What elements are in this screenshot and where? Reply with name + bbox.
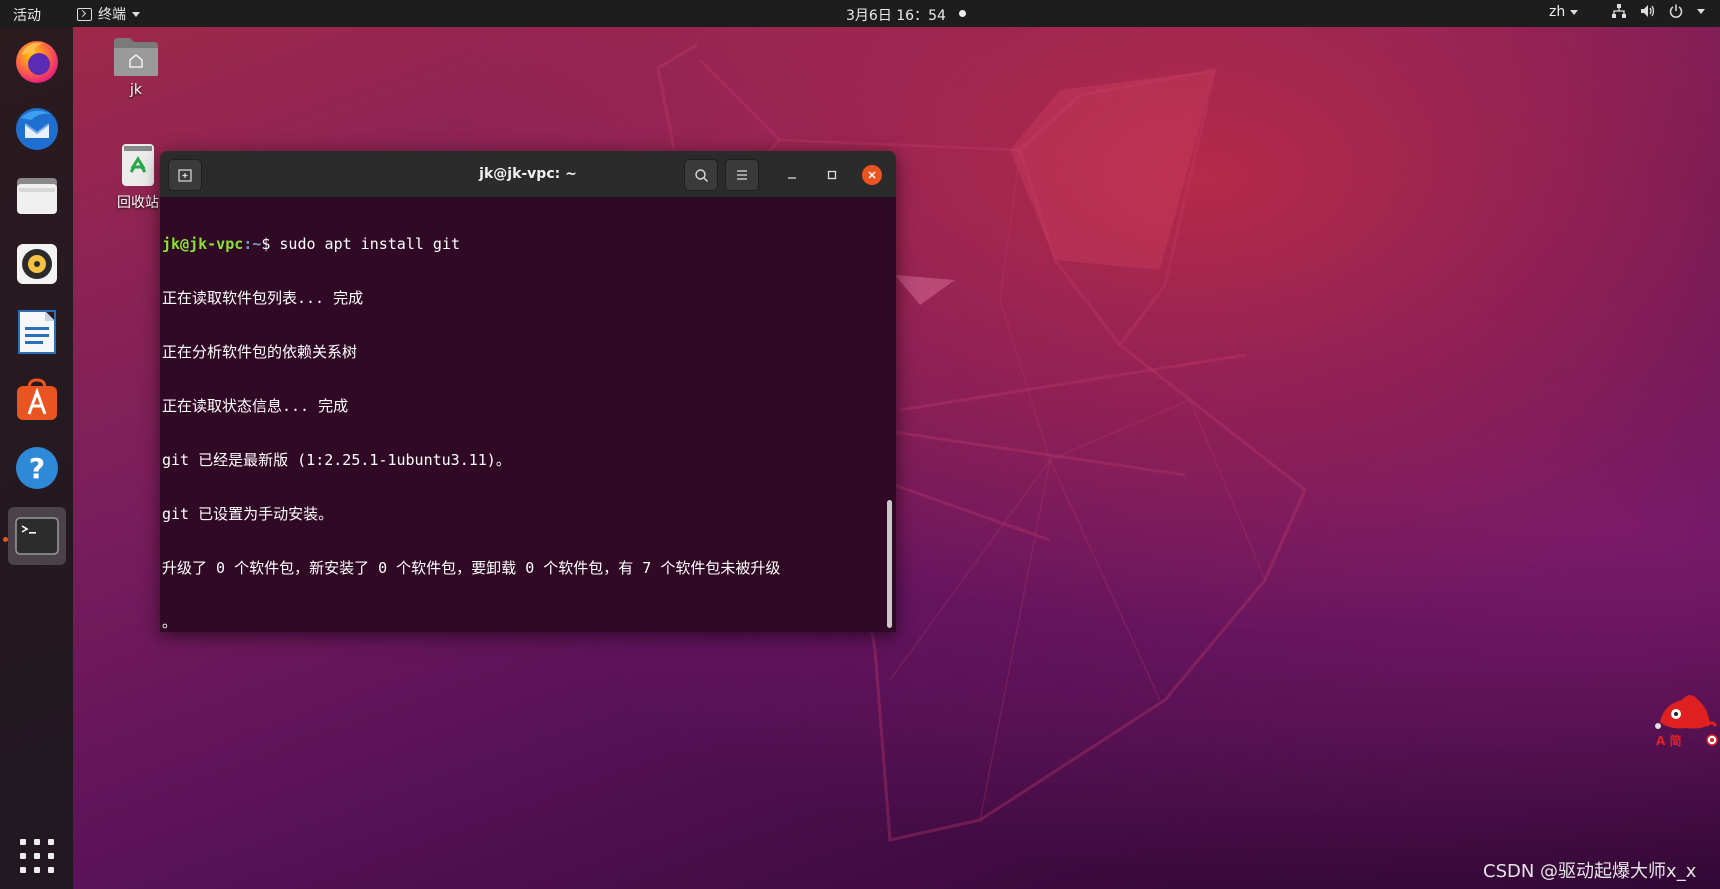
- prompt-user: jk@jk-vpc: [162, 235, 244, 253]
- svg-text:?: ?: [29, 452, 45, 485]
- terminal-icon: [15, 517, 59, 555]
- close-button[interactable]: [862, 165, 882, 185]
- help-icon: ?: [16, 447, 58, 489]
- terminal-small-icon: [77, 7, 92, 21]
- firefox-icon: [16, 41, 58, 83]
- trash-icon: [122, 144, 154, 186]
- desktop-home-folder[interactable]: jk: [110, 36, 162, 98]
- maximize-icon: [827, 170, 837, 180]
- output-line: git 已设置为手动安装。: [162, 505, 334, 523]
- dock-rhythmbox[interactable]: [8, 235, 66, 293]
- files-icon: [17, 178, 57, 214]
- chevron-down-icon: [132, 11, 140, 17]
- command-line: jk@jk-vpc:~$ sudo apt install git: [162, 235, 882, 253]
- network-icon: [1612, 4, 1626, 18]
- close-icon: [868, 171, 876, 179]
- watermark: CSDN @驱动起爆大师x_x: [1483, 861, 1697, 882]
- search-button[interactable]: [684, 159, 718, 191]
- power-icon: [1669, 4, 1683, 18]
- output-line: 正在分析软件包的依赖关系树: [162, 343, 358, 361]
- minimize-icon: [788, 177, 796, 179]
- terminal-headerbar[interactable]: jk@jk-vpc: ~: [160, 151, 896, 198]
- command-text: sudo apt install git: [279, 235, 461, 253]
- dock-files[interactable]: [8, 167, 66, 225]
- top-bar: 活动 终端 3月6日 16：54 zh: [0, 0, 1720, 27]
- clock[interactable]: 3月6日 16：54: [846, 5, 946, 25]
- dock: ?: [0, 27, 73, 889]
- activities-button[interactable]: 活动: [13, 5, 41, 25]
- dock-software[interactable]: [8, 371, 66, 429]
- menu-button[interactable]: [725, 159, 759, 191]
- output-line: 。: [162, 613, 178, 631]
- rhythmbox-icon: [17, 244, 57, 284]
- trash-label: 回收站: [117, 195, 159, 211]
- maximize-button[interactable]: [822, 165, 842, 185]
- dock-terminal[interactable]: [8, 507, 66, 565]
- notification-dot-icon: [959, 10, 966, 17]
- software-icon: [17, 378, 57, 420]
- home-folder-label: jk: [130, 82, 142, 98]
- dock-writer[interactable]: [8, 303, 66, 361]
- app-menu-label: 终端: [98, 7, 126, 23]
- chevron-down-icon: [1697, 8, 1705, 14]
- app-menu[interactable]: 终端: [77, 4, 140, 24]
- system-menu[interactable]: [1612, 4, 1705, 18]
- writer-icon: [18, 310, 56, 354]
- terminal-scrollbar[interactable]: [887, 500, 892, 628]
- dock-firefox[interactable]: [8, 32, 66, 90]
- show-applications-button[interactable]: [20, 839, 54, 873]
- thunderbird-icon: [16, 108, 58, 150]
- input-language-menu[interactable]: zh: [1549, 4, 1579, 20]
- mascot-label: A 简: [1656, 734, 1682, 748]
- desktop-trash[interactable]: 回收站: [110, 142, 166, 212]
- input-method-mascot[interactable]: A 简: [1646, 684, 1718, 758]
- volume-icon: [1641, 5, 1655, 17]
- chevron-down-icon: [1570, 9, 1579, 15]
- output-line: git 已经是最新版 (1:2.25.1-1ubuntu3.11)。: [162, 451, 511, 469]
- hamburger-icon: [737, 170, 747, 180]
- terminal-output[interactable]: jk@jk-vpc:~$ sudo apt install git 正在读取软件…: [162, 199, 882, 631]
- minimize-button[interactable]: [782, 165, 802, 185]
- dock-help[interactable]: ?: [8, 439, 66, 497]
- terminal-window[interactable]: jk@jk-vpc: ~ jk@jk-vpc:~$ sudo apt insta…: [160, 151, 896, 632]
- language-label: zh: [1549, 4, 1566, 20]
- output-line: 升级了 0 个软件包，新安装了 0 个软件包，要卸载 0 个软件包，有 7 个软…: [162, 559, 781, 577]
- prompt-symbol: $: [261, 235, 280, 253]
- output-line: 正在读取软件包列表... 完成: [162, 289, 364, 307]
- home-folder-icon: [114, 38, 158, 76]
- prompt-path: :~: [243, 235, 262, 253]
- dock-thunderbird[interactable]: [8, 99, 66, 157]
- search-icon: [694, 168, 708, 182]
- output-line: 正在读取状态信息... 完成: [162, 397, 349, 415]
